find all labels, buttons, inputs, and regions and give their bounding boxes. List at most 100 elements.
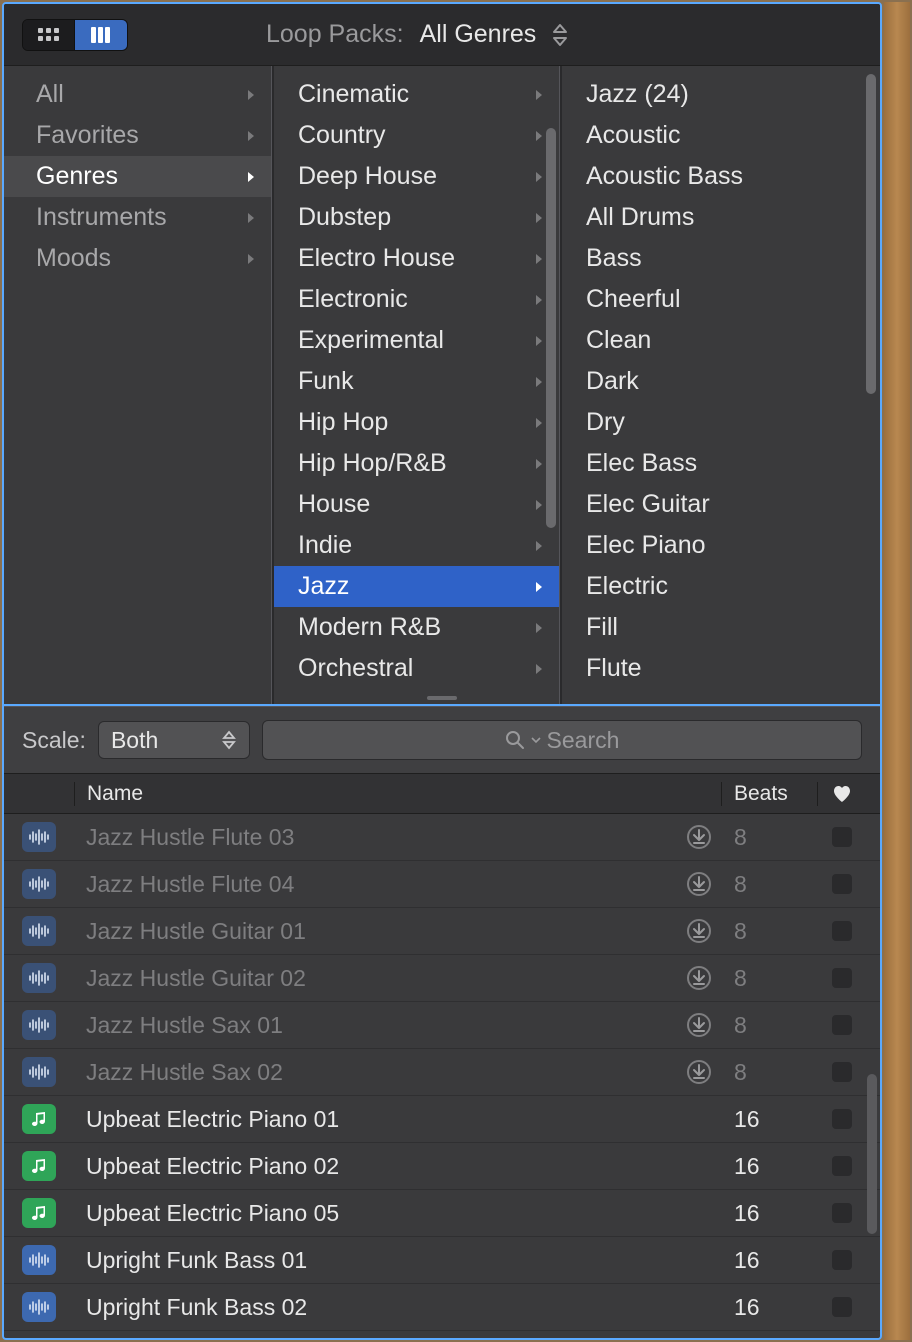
browser-item[interactable]: Electro House bbox=[272, 238, 560, 279]
browser-item[interactable]: Hip Hop/R&B bbox=[272, 443, 560, 484]
row-favorite-cell[interactable] bbox=[818, 1250, 866, 1270]
favorite-checkbox[interactable] bbox=[832, 874, 852, 894]
browser-column-1: AllFavoritesGenresInstrumentsMoods bbox=[4, 66, 272, 704]
row-favorite-cell[interactable] bbox=[818, 874, 866, 894]
column-2-scrollbar[interactable] bbox=[546, 128, 556, 528]
favorite-checkbox[interactable] bbox=[832, 921, 852, 941]
browser-item[interactable]: Indie bbox=[272, 525, 560, 566]
row-icon-cell bbox=[4, 1010, 74, 1040]
loop-packs-label: Loop Packs: bbox=[266, 20, 404, 49]
table-row[interactable]: Upright Funk Bass 0116 bbox=[4, 1237, 880, 1284]
table-row[interactable]: Upright Funk Bass 0216 bbox=[4, 1284, 880, 1331]
scale-select[interactable]: Both bbox=[98, 721, 250, 759]
table-row[interactable]: Upbeat Electric Piano 0116 bbox=[4, 1096, 880, 1143]
row-favorite-cell[interactable] bbox=[818, 827, 866, 847]
column-3-scrollbar[interactable] bbox=[866, 74, 876, 394]
browser-item-label: Cinematic bbox=[298, 80, 532, 109]
favorite-checkbox[interactable] bbox=[832, 1109, 852, 1129]
browser-item[interactable]: Flute bbox=[560, 648, 880, 689]
browser-item[interactable]: Deep House bbox=[272, 156, 560, 197]
favorite-checkbox[interactable] bbox=[832, 1297, 852, 1317]
row-favorite-cell[interactable] bbox=[818, 1062, 866, 1082]
header-favorite-column[interactable] bbox=[818, 785, 866, 803]
browser-item[interactable]: Bass bbox=[560, 238, 880, 279]
browser-item[interactable]: Hip Hop bbox=[272, 402, 560, 443]
row-favorite-cell[interactable] bbox=[818, 968, 866, 988]
table-row[interactable]: Jazz Hustle Flute 048 bbox=[4, 861, 880, 908]
table-row[interactable]: Upbeat Electric Piano 0216 bbox=[4, 1143, 880, 1190]
browser-item[interactable]: House bbox=[272, 484, 560, 525]
browser-item[interactable]: Cheerful bbox=[560, 279, 880, 320]
favorite-checkbox[interactable] bbox=[832, 1203, 852, 1223]
browser-item[interactable]: Elec Bass bbox=[560, 443, 880, 484]
download-icon[interactable] bbox=[686, 871, 712, 897]
browser-item-label: Indie bbox=[298, 531, 532, 560]
table-scrollbar[interactable] bbox=[867, 1074, 877, 1234]
browser-item[interactable]: Experimental bbox=[272, 320, 560, 361]
row-favorite-cell[interactable] bbox=[818, 1109, 866, 1129]
browser-item[interactable]: All Drums bbox=[560, 197, 880, 238]
browser-item[interactable]: Moods bbox=[4, 238, 272, 279]
download-icon[interactable] bbox=[686, 824, 712, 850]
row-icon-cell bbox=[4, 916, 74, 946]
loop-packs-stepper-icon[interactable] bbox=[550, 23, 570, 47]
header-name-column[interactable]: Name bbox=[74, 782, 722, 806]
row-favorite-cell[interactable] bbox=[818, 921, 866, 941]
download-icon[interactable] bbox=[686, 965, 712, 991]
browser-item[interactable]: Funk bbox=[272, 361, 560, 402]
favorite-checkbox[interactable] bbox=[832, 827, 852, 847]
download-icon[interactable] bbox=[686, 918, 712, 944]
favorite-checkbox[interactable] bbox=[832, 1015, 852, 1035]
row-beats-cell: 16 bbox=[722, 1247, 818, 1274]
browser-item[interactable]: Dubstep bbox=[272, 197, 560, 238]
browser-item-label: Jazz bbox=[298, 572, 532, 601]
browser-item[interactable]: Jazz (24) bbox=[560, 74, 880, 115]
browser-item[interactable]: Elec Guitar bbox=[560, 484, 880, 525]
favorite-checkbox[interactable] bbox=[832, 1062, 852, 1082]
browser-item[interactable]: Dark bbox=[560, 361, 880, 402]
table-row[interactable]: Jazz Hustle Sax 018 bbox=[4, 1002, 880, 1049]
row-favorite-cell[interactable] bbox=[818, 1015, 866, 1035]
browser-item[interactable]: Elec Piano bbox=[560, 525, 880, 566]
browser-item[interactable]: Acoustic Bass bbox=[560, 156, 880, 197]
row-favorite-cell[interactable] bbox=[818, 1203, 866, 1223]
row-beats-cell: 8 bbox=[722, 871, 818, 898]
table-row[interactable]: Jazz Hustle Guitar 028 bbox=[4, 955, 880, 1002]
favorite-checkbox[interactable] bbox=[832, 968, 852, 988]
download-icon[interactable] bbox=[686, 1012, 712, 1038]
table-row[interactable]: Jazz Hustle Sax 028 bbox=[4, 1049, 880, 1096]
browser-item[interactable]: All bbox=[4, 74, 272, 115]
table-row[interactable]: Upbeat Electric Piano 0516 bbox=[4, 1190, 880, 1237]
download-icon[interactable] bbox=[686, 1059, 712, 1085]
browser-item[interactable]: Fill bbox=[560, 607, 880, 648]
browser-item-label: Electric bbox=[586, 572, 866, 601]
view-mode-column-button[interactable] bbox=[75, 20, 127, 50]
browser-item[interactable]: Orchestral bbox=[272, 648, 560, 689]
row-favorite-cell[interactable] bbox=[818, 1156, 866, 1176]
browser-item[interactable]: Genres bbox=[4, 156, 272, 197]
table-row[interactable]: Jazz Hustle Flute 038 bbox=[4, 814, 880, 861]
loop-name: Upright Funk Bass 02 bbox=[86, 1294, 722, 1321]
row-favorite-cell[interactable] bbox=[818, 1297, 866, 1317]
favorite-checkbox[interactable] bbox=[832, 1156, 852, 1176]
browser-item[interactable]: Electronic bbox=[272, 279, 560, 320]
browser-item[interactable]: Acoustic bbox=[560, 115, 880, 156]
browser-item[interactable]: Favorites bbox=[4, 115, 272, 156]
browser-item[interactable]: Dry bbox=[560, 402, 880, 443]
browser-resize-handle[interactable] bbox=[427, 696, 457, 700]
browser-item[interactable]: Electric bbox=[560, 566, 880, 607]
table-row[interactable]: Jazz Hustle Guitar 018 bbox=[4, 908, 880, 955]
loop-packs-value[interactable]: All Genres bbox=[420, 20, 537, 49]
browser-item[interactable]: Country bbox=[272, 115, 560, 156]
browser-item[interactable]: Jazz bbox=[272, 566, 560, 607]
browser-item[interactable]: Modern R&B bbox=[272, 607, 560, 648]
header-beats-column[interactable]: Beats bbox=[722, 782, 818, 806]
search-input[interactable]: Search bbox=[262, 720, 862, 760]
browser-item[interactable]: Cinematic bbox=[272, 74, 560, 115]
search-icon bbox=[505, 730, 525, 750]
favorite-checkbox[interactable] bbox=[832, 1250, 852, 1270]
browser-item[interactable]: Instruments bbox=[4, 197, 272, 238]
view-mode-grid-button[interactable] bbox=[23, 20, 75, 50]
browser-item[interactable]: Clean bbox=[560, 320, 880, 361]
midi-loop-icon bbox=[22, 1151, 56, 1181]
